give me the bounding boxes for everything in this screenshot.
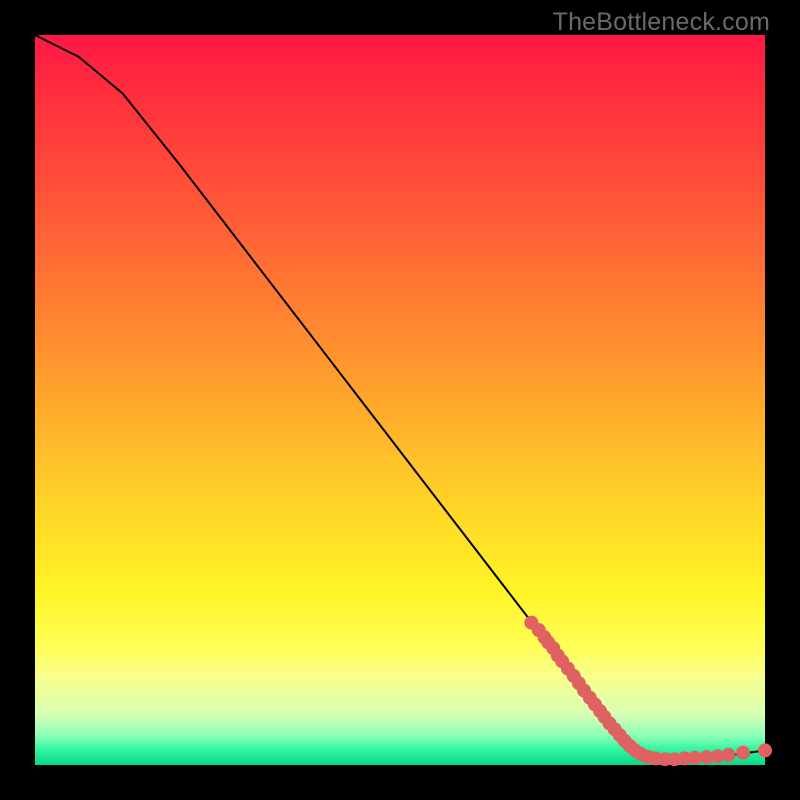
chart-svg xyxy=(35,35,765,765)
bottleneck-curve xyxy=(35,35,765,758)
data-dot xyxy=(722,748,736,762)
data-dot xyxy=(758,743,772,757)
frame: TheBottleneck.com xyxy=(0,0,800,800)
watermark: TheBottleneck.com xyxy=(553,8,770,37)
data-dot xyxy=(736,746,750,760)
chart-area xyxy=(35,35,765,765)
data-dots xyxy=(524,616,772,767)
